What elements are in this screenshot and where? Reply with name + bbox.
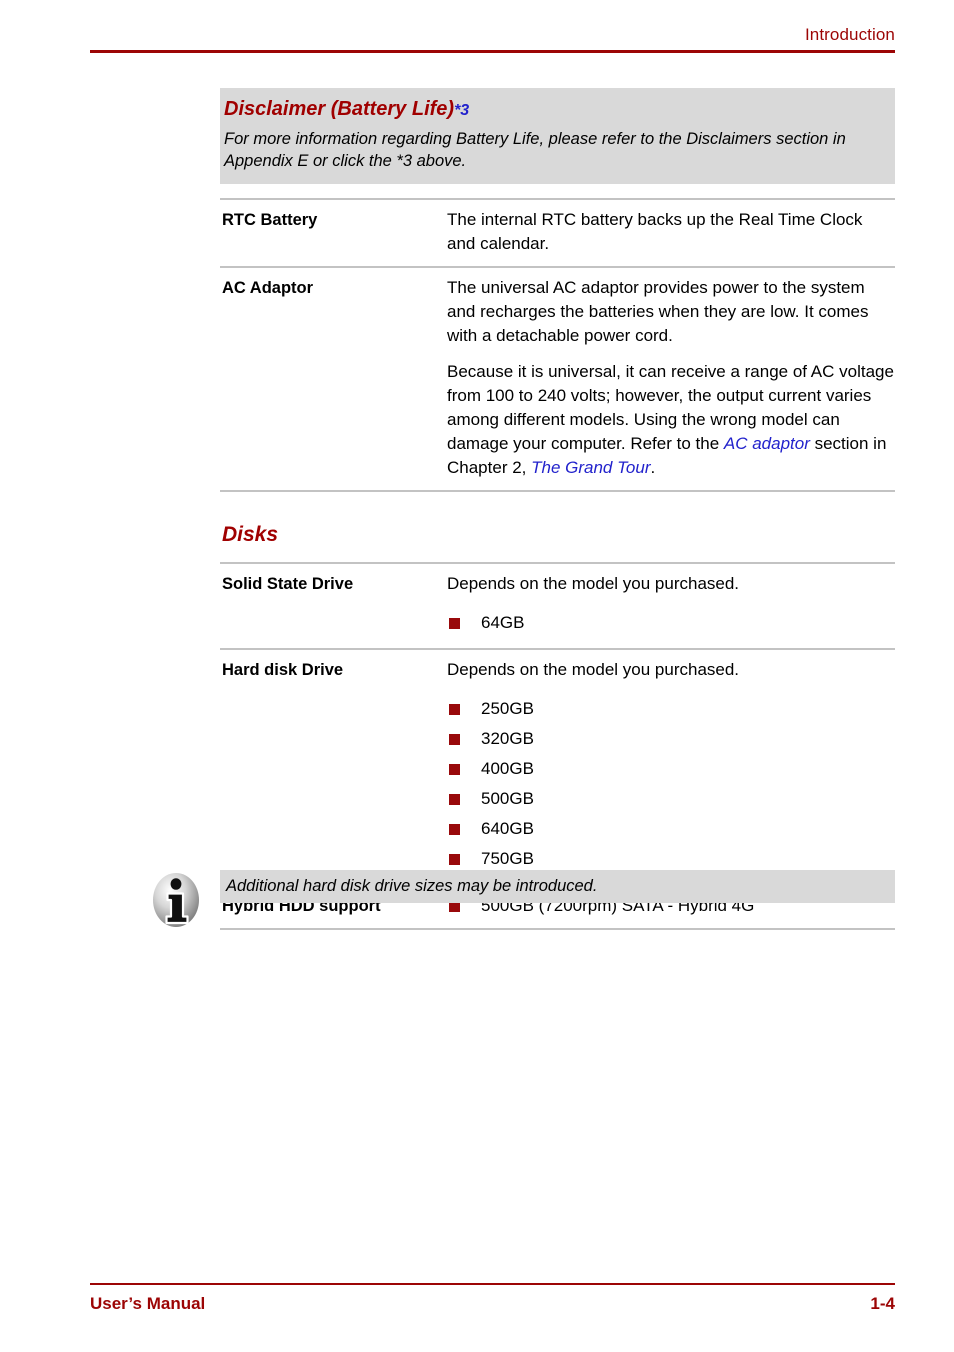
row-value-ac-adaptor: The universal AC adaptor provides power … xyxy=(447,276,895,480)
list-item-label: 320GB xyxy=(481,729,534,748)
square-bullet-icon xyxy=(449,734,460,745)
list-item-label: 750GB xyxy=(481,849,534,868)
disclaimer-title-text: Disclaimer (Battery Life) xyxy=(224,98,455,120)
disclaimer-body: For more information regarding Battery L… xyxy=(224,130,846,170)
row-value-solid-state-drive: Depends on the model you purchased. 64GB xyxy=(447,572,895,638)
info-note-box: Additional hard disk drive sizes may be … xyxy=(220,870,895,903)
list-item-label: 400GB xyxy=(481,759,534,778)
info-icon xyxy=(150,870,202,932)
square-bullet-icon xyxy=(449,618,460,629)
list-item: 250GB xyxy=(447,694,895,724)
row-intro: Depends on the model you purchased. xyxy=(447,574,740,593)
list-item: 640GB xyxy=(447,814,895,844)
page-footer: User’s Manual 1-4 xyxy=(90,1283,895,1315)
list-item: 64GB xyxy=(447,608,895,638)
bullet-list-ssd: 64GB xyxy=(447,608,895,638)
disclaimer-title: Disclaimer (Battery Life)*3 xyxy=(224,96,883,124)
row-intro: Depends on the model you purchased. xyxy=(447,660,740,679)
table-row: Solid State Drive Depends on the model y… xyxy=(220,562,895,648)
list-item: 320GB xyxy=(447,724,895,754)
square-bullet-icon xyxy=(449,704,460,715)
list-item-label: 500GB xyxy=(481,789,534,808)
list-item-label: 250GB xyxy=(481,699,534,718)
link-ac-adaptor[interactable]: AC adaptor xyxy=(724,434,810,453)
row-label-ac-adaptor: AC Adaptor xyxy=(222,279,314,297)
footer-divider xyxy=(90,1283,895,1285)
footer-page-number: 1-4 xyxy=(870,1294,895,1313)
row-label-solid-state-drive: Solid State Drive xyxy=(222,575,354,593)
square-bullet-icon xyxy=(449,794,460,805)
row-label-hard-disk-drive: Hard disk Drive xyxy=(222,661,344,679)
table-row: AC Adaptor The universal AC adaptor prov… xyxy=(220,266,895,492)
link-the-grand-tour[interactable]: The Grand Tour xyxy=(531,458,650,477)
row-paragraph: The universal AC adaptor provides power … xyxy=(447,278,869,345)
disclaimer-note-box: Disclaimer (Battery Life)*3 For more inf… xyxy=(220,88,895,184)
square-bullet-icon xyxy=(449,764,460,775)
header-divider xyxy=(90,50,895,53)
footnote-ref-link[interactable]: *3 xyxy=(454,102,469,119)
list-item: 400GB xyxy=(447,754,895,784)
list-item: 500GB xyxy=(447,784,895,814)
bullet-list-hdd: 250GB 320GB 400GB 500GB 640GB 750GB xyxy=(447,694,895,874)
power-spec-table: RTC Battery The internal RTC battery bac… xyxy=(220,198,895,492)
list-item-label: 640GB xyxy=(481,819,534,838)
row-value-rtc-battery: The internal RTC battery backs up the Re… xyxy=(447,208,895,256)
info-note: Additional hard disk drive sizes may be … xyxy=(150,870,895,932)
row-paragraph: The internal RTC battery backs up the Re… xyxy=(447,210,863,253)
square-bullet-icon xyxy=(449,854,460,865)
table-row: RTC Battery The internal RTC battery bac… xyxy=(220,198,895,266)
square-bullet-icon xyxy=(449,824,460,835)
list-item-label: 64GB xyxy=(481,613,525,632)
table-row: Hard disk Drive Depends on the model you… xyxy=(220,648,895,884)
section-heading-disks: Disks xyxy=(222,523,279,546)
page-title: Introduction xyxy=(804,25,895,44)
page-header: Introduction xyxy=(90,24,895,53)
row-label-rtc-battery: RTC Battery xyxy=(222,211,318,229)
footer-manual-label: User’s Manual xyxy=(90,1294,206,1313)
footer-row: User’s Manual 1-4 xyxy=(90,1293,895,1315)
paragraph-text-post: . xyxy=(650,458,656,477)
row-value-hard-disk-drive: Depends on the model you purchased. 250G… xyxy=(447,658,895,874)
info-note-text: Additional hard disk drive sizes may be … xyxy=(226,877,598,895)
page-content: Disclaimer (Battery Life)*3 For more inf… xyxy=(220,88,895,930)
row-paragraph-rich: Because it is universal, it can receive … xyxy=(447,360,895,480)
